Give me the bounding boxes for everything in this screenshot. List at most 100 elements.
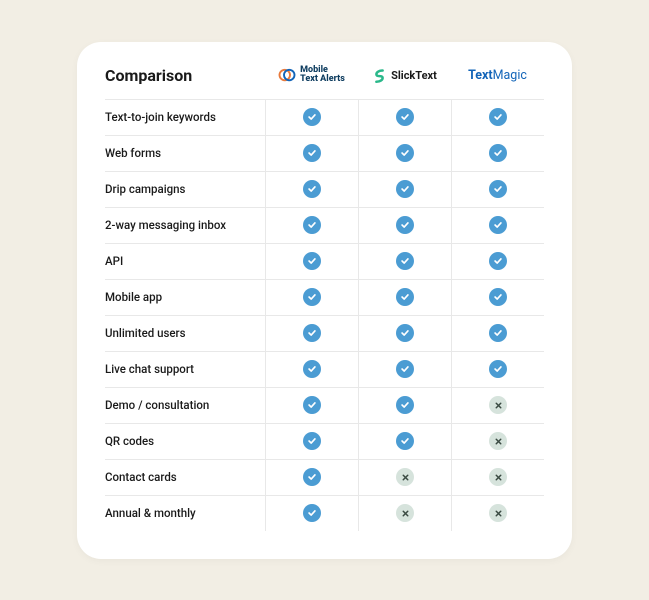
table-row: Live chat support bbox=[105, 351, 544, 387]
cell bbox=[358, 460, 451, 495]
row-cells bbox=[265, 136, 544, 171]
cell bbox=[358, 388, 451, 423]
check-icon bbox=[396, 180, 414, 198]
provider-textmagic: TextMagic bbox=[451, 66, 544, 85]
check-icon bbox=[303, 108, 321, 126]
provider-slicktext: SlickText bbox=[358, 66, 451, 85]
table-row: Drip campaigns bbox=[105, 171, 544, 207]
provider-headers: Mobile Text Alerts SlickText TextMagic bbox=[265, 66, 544, 85]
check-icon bbox=[396, 360, 414, 378]
check-icon bbox=[303, 252, 321, 270]
textmagic-logo-text: TextMagic bbox=[468, 68, 527, 83]
cell bbox=[451, 316, 544, 351]
row-cells bbox=[265, 316, 544, 351]
cell bbox=[265, 244, 358, 279]
row-label: Annual & monthly bbox=[105, 498, 265, 528]
row-label: Unlimited users bbox=[105, 318, 265, 348]
check-icon bbox=[489, 216, 507, 234]
cell bbox=[358, 208, 451, 243]
cell bbox=[265, 424, 358, 459]
check-icon bbox=[303, 216, 321, 234]
check-icon bbox=[489, 288, 507, 306]
check-icon bbox=[489, 324, 507, 342]
cell bbox=[358, 496, 451, 531]
row-cells bbox=[265, 424, 544, 459]
row-cells bbox=[265, 100, 544, 135]
cell bbox=[451, 352, 544, 387]
cell bbox=[265, 172, 358, 207]
row-cells bbox=[265, 244, 544, 279]
check-icon bbox=[303, 468, 321, 486]
table-row: 2-way messaging inbox bbox=[105, 207, 544, 243]
row-label: API bbox=[105, 246, 265, 276]
row-cells bbox=[265, 496, 544, 531]
row-label: Mobile app bbox=[105, 282, 265, 312]
cell bbox=[451, 496, 544, 531]
cell bbox=[358, 100, 451, 135]
cell bbox=[358, 172, 451, 207]
cell bbox=[358, 352, 451, 387]
row-cells bbox=[265, 208, 544, 243]
row-cells bbox=[265, 172, 544, 207]
cell bbox=[265, 316, 358, 351]
row-label: Drip campaigns bbox=[105, 174, 265, 204]
x-icon bbox=[489, 468, 507, 486]
cell bbox=[265, 388, 358, 423]
table-row: Annual & monthly bbox=[105, 495, 544, 531]
cell bbox=[265, 496, 358, 531]
table-row: Contact cards bbox=[105, 459, 544, 495]
provider-mobile-text-alerts: Mobile Text Alerts bbox=[265, 66, 358, 85]
row-label: Live chat support bbox=[105, 354, 265, 384]
check-icon bbox=[303, 432, 321, 450]
row-label: Web forms bbox=[105, 138, 265, 168]
header-row: Comparison Mobile Text Alerts SlickText bbox=[105, 66, 544, 99]
comparison-rows: Text-to-join keywords Web forms Drip campa… bbox=[105, 99, 544, 531]
cell bbox=[451, 424, 544, 459]
tm-magic-part: Magic bbox=[493, 68, 527, 83]
tm-text-part: Text bbox=[468, 68, 493, 83]
cell bbox=[265, 100, 358, 135]
check-icon bbox=[396, 396, 414, 414]
cell bbox=[265, 460, 358, 495]
x-icon bbox=[489, 396, 507, 414]
cell bbox=[451, 388, 544, 423]
cell bbox=[358, 424, 451, 459]
check-icon bbox=[303, 288, 321, 306]
cell bbox=[451, 172, 544, 207]
x-icon bbox=[396, 504, 414, 522]
mobile-text-alerts-logo-text: Mobile Text Alerts bbox=[300, 66, 345, 85]
x-icon bbox=[489, 504, 507, 522]
check-icon bbox=[489, 108, 507, 126]
row-cells bbox=[265, 388, 544, 423]
table-row: Demo / consultation bbox=[105, 387, 544, 423]
table-row: QR codes bbox=[105, 423, 544, 459]
x-icon bbox=[489, 432, 507, 450]
cell bbox=[358, 316, 451, 351]
check-icon bbox=[303, 360, 321, 378]
cell bbox=[265, 280, 358, 315]
check-icon bbox=[396, 108, 414, 126]
row-label: Demo / consultation bbox=[105, 390, 265, 420]
table-row: API bbox=[105, 243, 544, 279]
check-icon bbox=[489, 360, 507, 378]
row-label: Contact cards bbox=[105, 462, 265, 492]
row-cells bbox=[265, 352, 544, 387]
mta-line2: Text Alerts bbox=[300, 75, 345, 84]
row-label: Text-to-join keywords bbox=[105, 102, 265, 132]
cell bbox=[451, 100, 544, 135]
check-icon bbox=[303, 144, 321, 162]
table-row: Web forms bbox=[105, 135, 544, 171]
row-label: QR codes bbox=[105, 426, 265, 456]
row-label: 2-way messaging inbox bbox=[105, 210, 265, 240]
cell bbox=[265, 136, 358, 171]
table-row: Text-to-join keywords bbox=[105, 99, 544, 135]
cell bbox=[451, 208, 544, 243]
check-icon bbox=[396, 216, 414, 234]
cell bbox=[451, 136, 544, 171]
row-cells bbox=[265, 280, 544, 315]
check-icon bbox=[303, 504, 321, 522]
x-icon bbox=[396, 468, 414, 486]
check-icon bbox=[489, 252, 507, 270]
table-row: Mobile app bbox=[105, 279, 544, 315]
check-icon bbox=[396, 324, 414, 342]
